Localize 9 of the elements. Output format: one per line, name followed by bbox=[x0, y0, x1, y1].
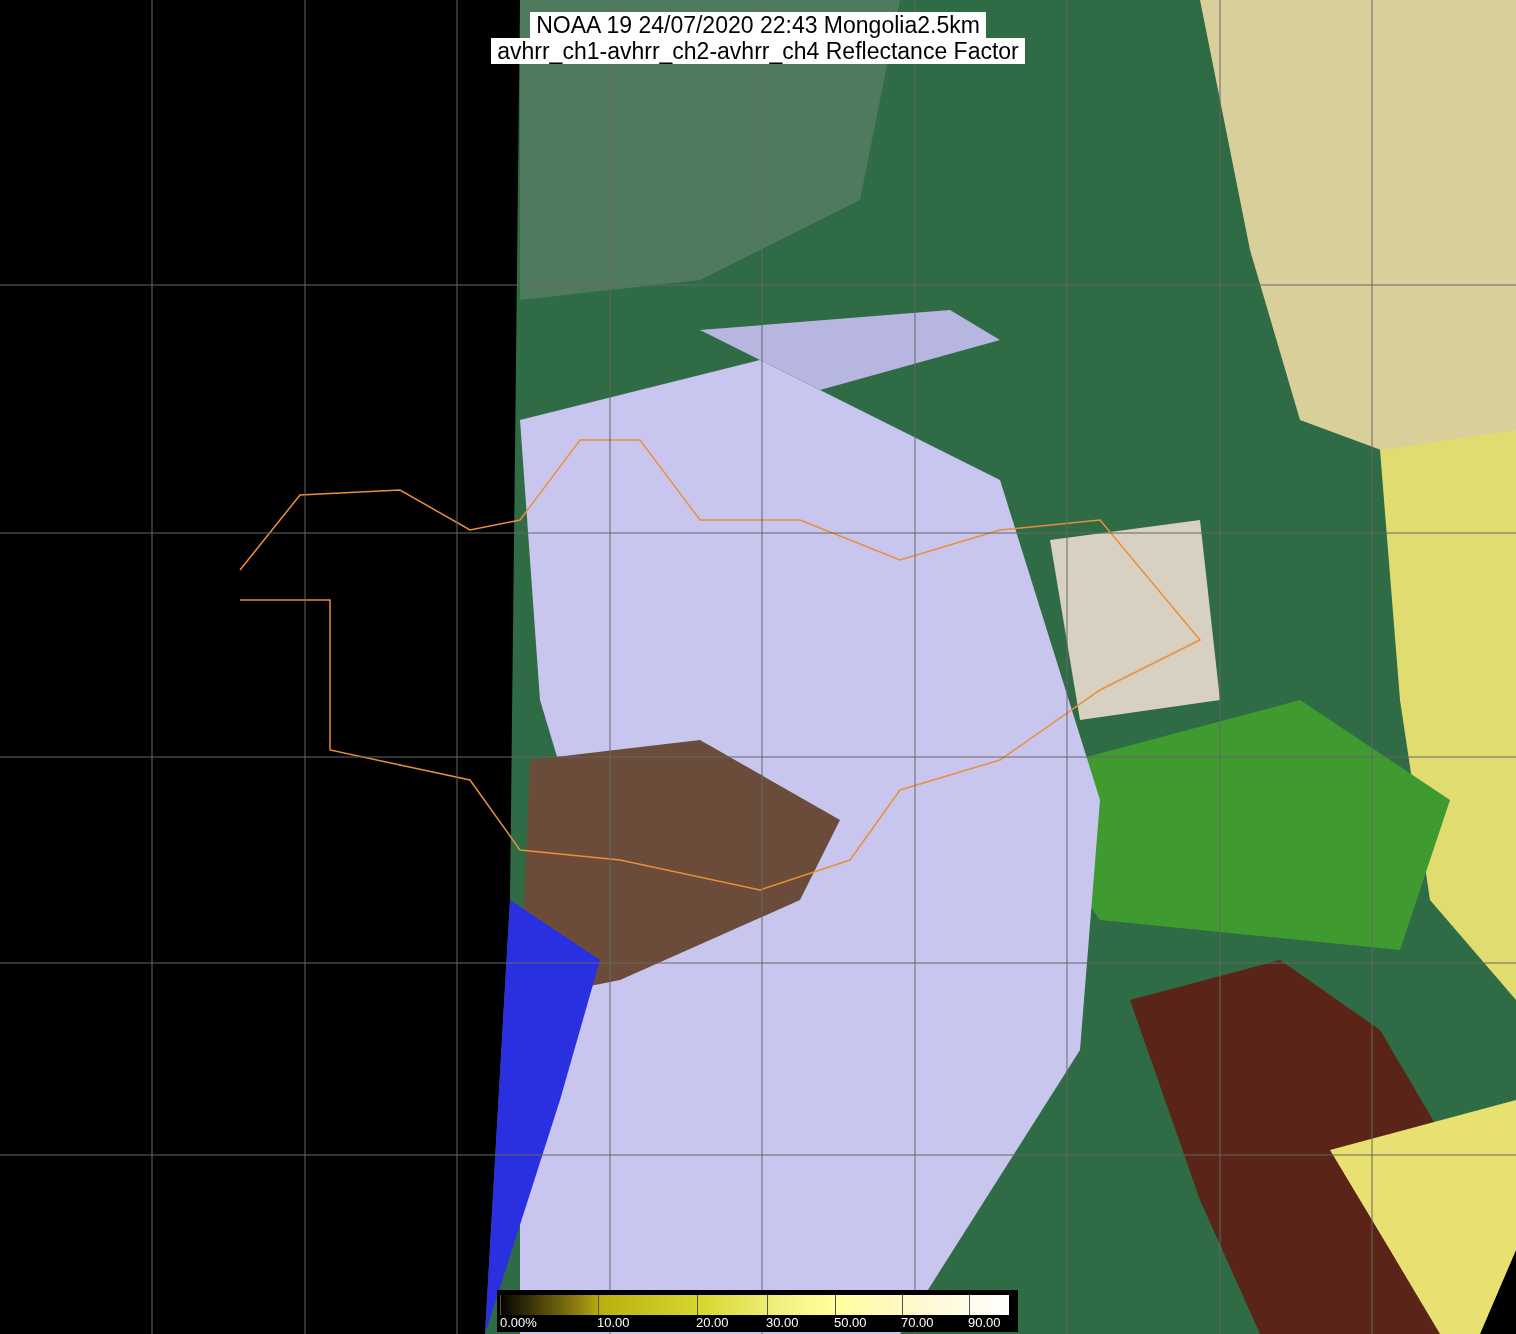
map-title: avhrr_ch1-avhrr_ch2-avhrr_ch4 Reflectance Factor bbox=[491, 38, 1025, 64]
scale-label: 30.00 bbox=[766, 1315, 799, 1330]
map-title: NOAA 19 24/07/2020 22:43 Mongolia2.5km bbox=[530, 12, 986, 38]
scale-label: 0.00% bbox=[500, 1315, 537, 1330]
scale-label: 20.00 bbox=[696, 1315, 729, 1330]
scale-label: 50.00 bbox=[834, 1315, 867, 1330]
scale-label: 90.00 bbox=[968, 1315, 1001, 1330]
scale-label: 70.00 bbox=[901, 1315, 934, 1330]
scale-label: 10.00 bbox=[597, 1315, 630, 1330]
